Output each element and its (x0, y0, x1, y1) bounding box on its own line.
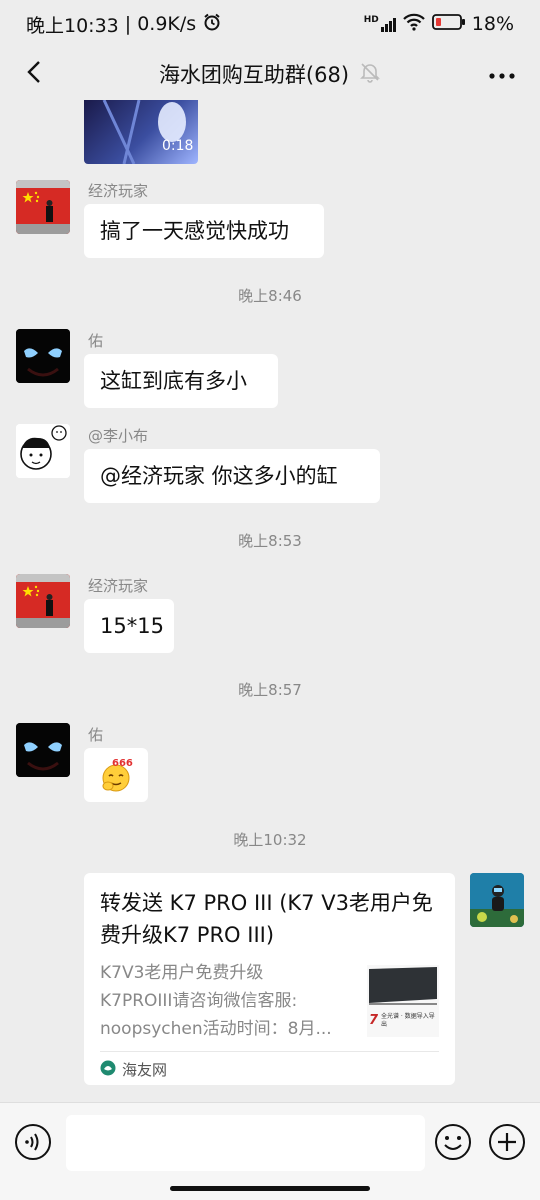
link-card-desc-line: noopsychen活动时间：8月... (100, 1019, 332, 1039)
mute-bell-icon (359, 61, 381, 87)
voice-icon (14, 1124, 52, 1165)
sticker-text: 666 (112, 758, 133, 769)
status-left: 晚上10:33 | 0.9K/s (26, 11, 222, 38)
plus-icon (488, 1124, 526, 1165)
voice-button[interactable] (14, 1123, 52, 1161)
more-dots-icon (488, 65, 516, 84)
link-card-title: 转发送 K7 PRO III (K7 V3老用户免费升级K7 PRO III) (100, 891, 433, 947)
message-bubble[interactable]: 搞了一天感觉快成功 (84, 204, 324, 258)
wifi-icon (402, 13, 426, 36)
chevron-left-icon (24, 59, 44, 89)
more-functions-button[interactable] (488, 1123, 526, 1161)
video-message[interactable]: 0:18 (84, 100, 198, 164)
flag-avatar-image (16, 574, 70, 628)
sticker-message[interactable]: 666 (84, 748, 148, 802)
message-input[interactable] (66, 1115, 425, 1171)
sender-name: @李小布 (88, 427, 149, 445)
home-indicator[interactable] (170, 1186, 370, 1191)
my-avatar[interactable] (470, 873, 524, 927)
avatar[interactable] (16, 424, 70, 478)
more-button[interactable] (484, 56, 520, 92)
diver-avatar-image (470, 873, 524, 927)
sender-name: 佑 (88, 726, 104, 744)
thumb-caption: 全光谱 · 数据导入导出 (381, 1013, 435, 1028)
thumb-brand: 7 (369, 1013, 379, 1028)
link-card-thumbnail: 7 全光谱 · 数据导入导出 (367, 965, 439, 1037)
link-card-message[interactable]: 转发送 K7 PRO III (K7 V3老用户免费升级K7 PRO III) … (84, 873, 455, 1085)
source-name: 海友网 (122, 1061, 168, 1079)
emoji-666-icon (102, 764, 130, 792)
chat-header: 海水团购互助群(68) (0, 48, 540, 100)
avatar[interactable] (16, 723, 70, 777)
link-card-desc-line: K7V3老用户免费升级 (100, 963, 264, 983)
battery-icon (431, 13, 466, 36)
link-card-description: K7V3老用户免费升级 K7PROIII请咨询微信客服: noopsychen活… (100, 959, 352, 1043)
status-right: HD 18% (364, 13, 514, 36)
video-duration: 0:18 (162, 138, 194, 154)
dark-mask-avatar-image (16, 723, 70, 777)
timestamp: 晚上8:53 (238, 532, 302, 550)
video-thumbnail (102, 100, 186, 164)
divider (100, 1051, 439, 1052)
chat-messages[interactable]: 0:18 经济玩家 搞了一天感觉快成功 晚上8:46 佑 这缸到底有多小 @李小… (0, 100, 540, 1102)
dark-mask-avatar-image (16, 329, 70, 383)
chat-title: 海水团购互助群(68) (158, 63, 350, 87)
avatar[interactable] (16, 574, 70, 628)
network-speed: | 0.9K/s (124, 13, 197, 35)
cartoon-avatar-image (16, 424, 70, 478)
sender-name: 佑 (88, 332, 104, 350)
timestamp: 晚上8:46 (238, 287, 302, 305)
sender-name: 经济玩家 (88, 182, 149, 200)
flag-avatar-image (16, 180, 70, 234)
link-card-desc-line: K7PROIII请咨询微信客服: (100, 991, 298, 1011)
avatar[interactable] (16, 180, 70, 234)
message-bubble[interactable]: @经济玩家 你这多小的缸 (84, 449, 380, 503)
status-time: 晚上10:33 (26, 14, 119, 37)
timestamp: 晚上8:57 (238, 681, 302, 699)
link-card-source: 海友网 (100, 1059, 167, 1080)
back-button[interactable] (16, 56, 52, 92)
source-logo-icon (100, 1060, 116, 1080)
avatar[interactable] (16, 329, 70, 383)
status-bar: 晚上10:33 | 0.9K/s HD 18% (0, 0, 540, 48)
message-bubble[interactable]: 这缸到底有多小 (84, 354, 278, 408)
timestamp: 晚上10:32 (233, 831, 307, 849)
alarm-icon (202, 12, 222, 37)
message-bubble[interactable]: 15*15 (84, 599, 174, 653)
smiley-icon (434, 1124, 472, 1165)
battery-level: 18% (471, 13, 514, 35)
emoji-button[interactable] (434, 1123, 472, 1161)
sender-name: 经济玩家 (88, 577, 149, 595)
hd-icon: HD (364, 16, 396, 32)
